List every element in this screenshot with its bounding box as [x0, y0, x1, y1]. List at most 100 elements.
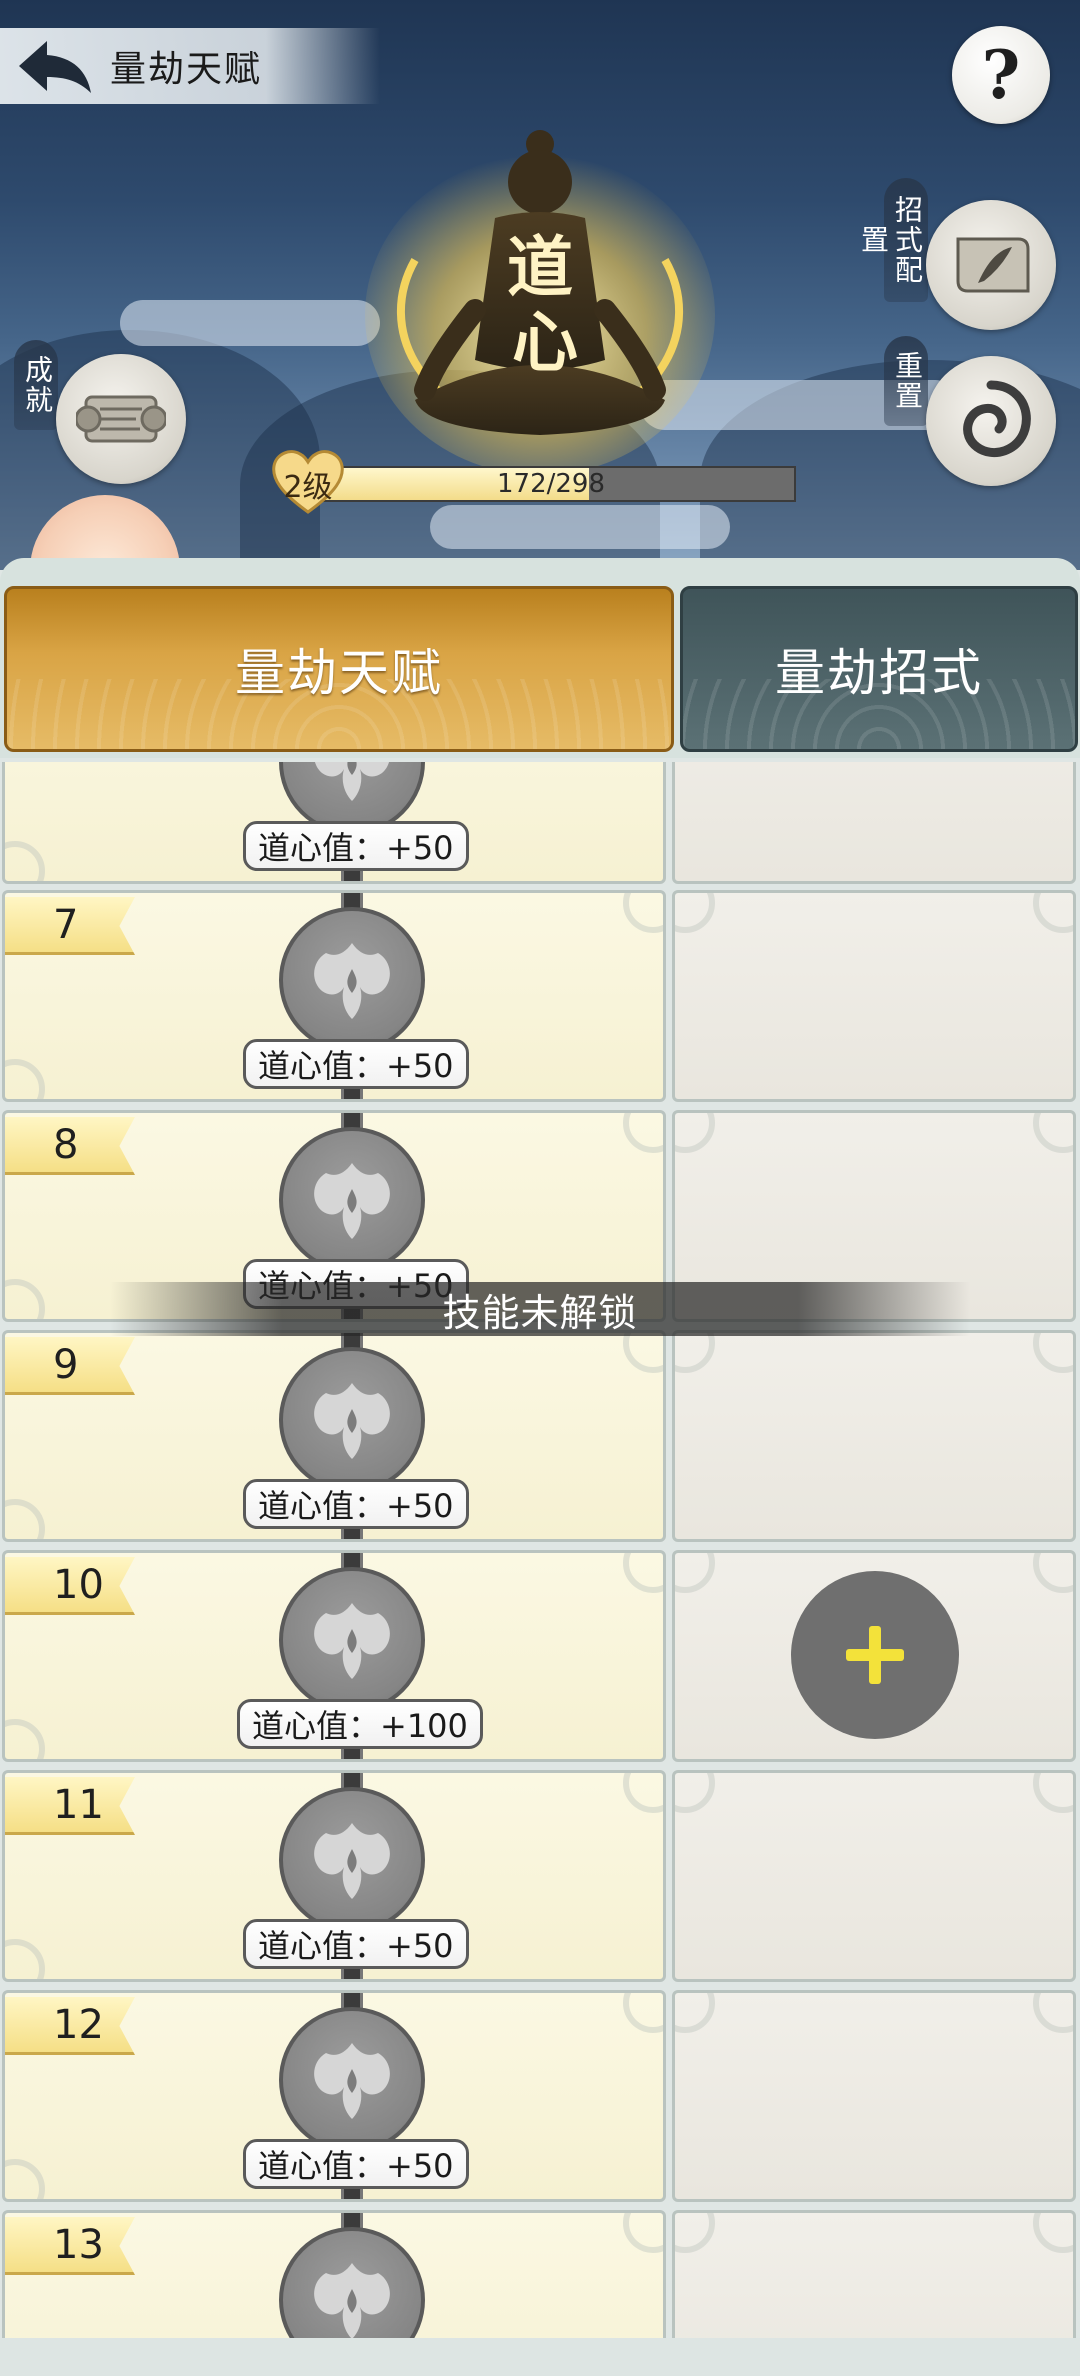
level-flag: 8: [5, 1117, 135, 1175]
skill-slot: [672, 1330, 1076, 1542]
level-flag: 13: [5, 2217, 135, 2275]
tab-talent[interactable]: 量劫天赋: [4, 586, 674, 752]
talent-row: 10 道心值：+100: [0, 1550, 1080, 1762]
cloud-swirl-decor: [5, 1499, 45, 1539]
cloud-swirl-decor: [5, 1059, 45, 1099]
cloud-swirl-decor: [675, 1553, 715, 1593]
talent-row: 11 道心值：+50: [0, 1770, 1080, 1982]
locked-toast: 技能未解锁: [110, 1282, 970, 1336]
bottom-strip: [0, 2338, 1080, 2376]
skill-slot: [672, 1990, 1076, 2202]
cloud-swirl-decor: [623, 1773, 663, 1813]
cloud-swirl-decor: [1033, 1993, 1073, 2033]
avatar-char-2: 心: [512, 303, 578, 381]
achievement-label: 成就: [14, 340, 58, 430]
talent-node[interactable]: [279, 2007, 425, 2153]
cloud-swirl-decor: [675, 2213, 715, 2253]
talent-cell: 10 道心值：+100: [2, 1550, 666, 1762]
talent-row: 7 道心值：+50: [0, 890, 1080, 1102]
skill-slot: [672, 1770, 1076, 1982]
tab-skills-label: 量劫招式: [775, 644, 983, 702]
locked-talent-icon: [314, 2263, 390, 2338]
cloud-swirl-decor: [1033, 1553, 1073, 1593]
locked-talent-icon: [314, 2043, 390, 2119]
locked-talent-icon: [314, 943, 390, 1019]
dao-heart-value: 道心值：+50: [243, 821, 469, 871]
reset-label: 重置: [884, 336, 928, 426]
achievement-button[interactable]: [56, 354, 186, 484]
meditating-avatar: 道 心: [355, 110, 725, 475]
cloud-swirl-decor: [675, 893, 715, 933]
dao-heart-value: 道心值：+100: [237, 1699, 483, 1749]
cloud-decor: [430, 505, 730, 549]
swirl-reset-icon: [963, 380, 1031, 458]
cloud-swirl-decor: [623, 1993, 663, 2033]
cloud-swirl-decor: [623, 1113, 663, 1153]
talent-node[interactable]: [279, 1787, 425, 1933]
avatar-char-1: 道: [507, 228, 573, 306]
cloud-swirl-decor: [675, 1993, 715, 2033]
talent-row: 道心值：+50: [0, 762, 1080, 884]
talent-row: 9 道心值：+50: [0, 1330, 1080, 1542]
talent-node[interactable]: [279, 1567, 425, 1713]
tab-skills[interactable]: 量劫招式: [680, 586, 1078, 752]
talent-cell: 12 道心值：+50: [2, 1990, 666, 2202]
locked-talent-icon: [314, 1163, 390, 1239]
talent-cell: 9 道心值：+50: [2, 1330, 666, 1542]
talent-list[interactable]: 道心值：+50 7 道心值：+50 8 9 道心值：+50 10 道心值：+10…: [0, 762, 1080, 2338]
cloud-swirl-decor: [5, 1939, 45, 1979]
level-flag: 7: [5, 897, 135, 955]
dao-heart-value: 道心值：+50: [243, 1919, 469, 1969]
level-flag: 11: [5, 1777, 135, 1835]
cloud-swirl-decor: [675, 1113, 715, 1153]
dao-heart-value: 道心值：+50: [243, 1039, 469, 1089]
cloud-swirl-decor: [675, 1333, 715, 1373]
locked-talent-icon: [314, 1823, 390, 1899]
locked-talent-icon: [315, 762, 389, 801]
talent-cell: 7 道心值：+50: [2, 890, 666, 1102]
cloud-swirl-decor: [1033, 2213, 1073, 2253]
talent-cell: 11 道心值：+50: [2, 1770, 666, 1982]
page-title: 量劫天赋: [110, 49, 263, 90]
cloud-swirl-decor: [1033, 1333, 1073, 1373]
talent-node[interactable]: [279, 2227, 425, 2338]
skill-slot: [672, 2210, 1076, 2338]
level-badge: 2级: [270, 448, 346, 516]
skill-slot: [672, 890, 1076, 1102]
back-arrow-icon[interactable]: [0, 28, 110, 104]
cloud-swirl-decor: [675, 1773, 715, 1813]
cloud-swirl-decor: [5, 1719, 45, 1759]
locked-talent-icon: [314, 1383, 390, 1459]
cloud-swirl-decor: [5, 1279, 45, 1319]
level-label: 2级: [283, 470, 333, 505]
talent-cell: 道心值：+50: [2, 762, 666, 884]
level-flag: 9: [5, 1337, 135, 1395]
cloud-swirl-decor: [623, 1553, 663, 1593]
plus-icon: [846, 1626, 904, 1684]
help-button[interactable]: ?: [952, 26, 1050, 124]
skill-config-label: 招式配置: [857, 178, 928, 302]
talent-node[interactable]: [279, 1347, 425, 1493]
cloud-swirl-decor: [623, 893, 663, 933]
skill-slot: [672, 762, 1076, 884]
skill-config-button[interactable]: [926, 200, 1056, 330]
talent-node[interactable]: [279, 907, 425, 1053]
cloud-swirl-decor: [1033, 1113, 1073, 1153]
cloud-swirl-decor: [5, 2159, 45, 2199]
cloud-decor: [120, 300, 380, 346]
cloud-swirl-decor: [5, 841, 45, 881]
skill-slot: [672, 1550, 1076, 1762]
feather-scroll-icon: [956, 237, 1030, 293]
reset-button[interactable]: [926, 356, 1056, 486]
talent-cell: 13: [2, 2210, 666, 2338]
progress-text: 172/298: [496, 469, 605, 499]
dao-heart-value: 道心值：+50: [243, 2139, 469, 2189]
talent-node[interactable]: [279, 1127, 425, 1273]
level-progress: 172/298 2级: [270, 448, 796, 514]
progress-bar: 172/298: [306, 466, 796, 502]
question-icon: ?: [981, 36, 1021, 114]
locked-talent-icon: [314, 1603, 390, 1679]
add-skill-button[interactable]: [791, 1571, 959, 1739]
level-flag: 12: [5, 1997, 135, 2055]
dao-heart-value: 道心值：+50: [243, 1479, 469, 1529]
